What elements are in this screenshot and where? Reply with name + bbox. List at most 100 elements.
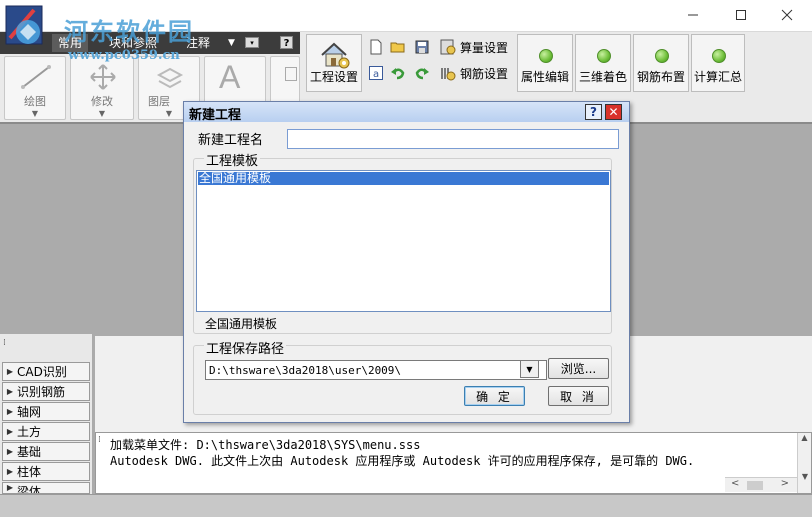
dock-item-cad-recognition[interactable]: ▶ CAD识别: [2, 362, 90, 381]
3d-shading-button[interactable]: 三维着色: [575, 34, 631, 92]
scroll-right-icon[interactable]: >: [781, 478, 789, 489]
rebar-settings-button[interactable]: 钢筋设置: [440, 63, 508, 83]
status-dot-icon: [655, 49, 669, 63]
project-name-label: 新建工程名: [198, 133, 264, 148]
close-window-button[interactable]: [764, 0, 810, 30]
help-icon[interactable]: ?: [280, 36, 293, 49]
open-folder-button[interactable]: [390, 37, 410, 57]
rebar-layout-label: 钢筋布置: [636, 70, 685, 84]
save-path-input[interactable]: [205, 360, 547, 380]
maximize-button[interactable]: [718, 0, 764, 30]
scroll-up-icon[interactable]: ▲: [798, 433, 811, 442]
scroll-down-icon[interactable]: ▼: [798, 472, 812, 481]
save-icon: [415, 40, 429, 54]
undo-icon: [391, 68, 405, 80]
selected-template-text: 全国通用模板: [205, 317, 278, 331]
dialog-title-bar[interactable]: 新建工程 ? ✕: [184, 102, 629, 123]
dock-item-label: CAD识别: [17, 365, 67, 379]
rebar-gear-icon: [441, 68, 456, 81]
modify-panel-arrow-icon[interactable]: ▼: [71, 109, 133, 118]
text-box-icon: a: [369, 66, 383, 80]
attribute-edit-label: 属性编辑: [520, 70, 569, 84]
tab-dropdown-icon[interactable]: ▼: [228, 38, 235, 48]
dialog-title: 新建工程: [189, 108, 242, 123]
save-button[interactable]: [414, 37, 434, 57]
dock-item-foundation[interactable]: ▶ 基础: [2, 442, 90, 461]
expand-triangle-icon: ▶: [6, 467, 14, 476]
project-settings-button[interactable]: 工程设置: [306, 34, 362, 92]
dock-item-label: 土方: [17, 425, 42, 439]
command-history-line: Autodesk DWG. 此文件上次由 Autodesk 应用程序或 Auto…: [110, 454, 695, 468]
expand-triangle-icon: ▶: [6, 387, 14, 396]
minimize-button[interactable]: [670, 0, 716, 30]
modify-panel[interactable]: 修改 ▼: [70, 56, 134, 120]
scroll-left-icon[interactable]: <: [731, 478, 739, 489]
template-list[interactable]: 全国通用模板: [196, 170, 611, 312]
project-name-input[interactable]: [287, 129, 619, 149]
dock-item-axis-grid[interactable]: ▶ 轴网: [2, 402, 90, 421]
undo-button[interactable]: [390, 63, 410, 83]
command-grip-icon[interactable]: ⁞: [98, 435, 101, 445]
dialog-close-button[interactable]: ✕: [605, 104, 622, 120]
status-dot-icon: [597, 49, 611, 63]
svg-text:a: a: [373, 69, 379, 80]
status-dot-icon: [712, 49, 726, 63]
calculator-gear-icon: [440, 39, 456, 55]
dock-item-label: 轴网: [17, 405, 42, 419]
dock-item-rebar-recognition[interactable]: ▶ 识别钢筋: [2, 382, 90, 401]
ok-button[interactable]: 确 定: [464, 386, 525, 406]
ribbon-minimize-icon[interactable]: ▾: [245, 37, 259, 48]
command-history-line: 加载菜单文件: D:\thsware\3da2018\SYS\menu.sss: [110, 438, 421, 452]
expand-triangle-icon: ▶: [6, 407, 14, 416]
draw-panel-label: 绘图: [24, 95, 46, 108]
dock-item-label: 基础: [17, 445, 42, 459]
draw-panel-arrow-icon[interactable]: ▼: [5, 109, 65, 118]
house-gear-icon: [321, 42, 350, 69]
move-icon: [90, 64, 116, 90]
dock-item-column[interactable]: ▶ 柱体: [2, 462, 90, 481]
open-folder-icon: [390, 42, 405, 53]
command-vertical-scrollbar[interactable]: ▲ ▼: [797, 433, 811, 493]
calc-settings-label: 算量设置: [460, 40, 509, 55]
calc-settings-button[interactable]: 算量设置: [440, 37, 508, 57]
command-horizontal-scrollbar[interactable]: < >: [725, 477, 797, 492]
left-dock-panel: ⁞ ▶ CAD识别 ▶ 识别钢筋 ▶ 轴网 ▶ 土方 ▶ 基础 ▶ 柱体 ▶ 梁体: [0, 334, 93, 517]
scroll-thumb[interactable]: [747, 481, 763, 490]
template-list-item-selected[interactable]: 全国通用模板: [198, 172, 609, 185]
new-file-button[interactable]: [368, 37, 388, 57]
attribute-edit-button[interactable]: 属性编辑: [517, 34, 573, 92]
app-logo-icon: [5, 5, 43, 45]
dock-item-label: 识别钢筋: [17, 385, 66, 399]
watermark-site-url: www.pc0359.cn: [68, 48, 180, 63]
text-edit-button[interactable]: a: [368, 63, 388, 83]
line-icon: [21, 65, 51, 89]
command-window[interactable]: ⁞ 加载菜单文件: D:\thsware\3da2018\SYS\menu.ss…: [95, 432, 812, 494]
template-group-label: 工程模板: [204, 150, 261, 169]
dock-item-earthwork[interactable]: ▶ 土方: [2, 422, 90, 441]
draw-panel[interactable]: 绘图 ▼: [4, 56, 66, 120]
layers-icon: [156, 67, 184, 89]
status-dot-icon: [539, 49, 553, 63]
expand-triangle-icon: ▶: [6, 367, 14, 376]
browse-button[interactable]: 浏览...: [548, 358, 609, 379]
3d-shading-label: 三维着色: [578, 70, 627, 84]
new-file-icon: [370, 39, 382, 55]
save-path-dropdown-icon[interactable]: ▼: [520, 360, 539, 378]
redo-button[interactable]: [414, 63, 434, 83]
calc-summary-label: 计算汇总: [693, 70, 742, 84]
rebar-settings-label: 钢筋设置: [460, 66, 509, 81]
calc-summary-button[interactable]: 计算汇总: [691, 34, 745, 92]
expand-triangle-icon: ▶: [6, 483, 14, 492]
text-icon: A: [219, 59, 241, 95]
dock-item-beam[interactable]: ▶ 梁体: [2, 482, 90, 494]
redo-icon: [415, 68, 429, 80]
cancel-button[interactable]: 取 消: [548, 386, 609, 406]
dock-grip-icon[interactable]: ⁞: [3, 338, 6, 348]
new-project-dialog: 新建工程 ? ✕ 新建工程名 工程模板 全国通用模板 全国通用模板 工程保存路径…: [183, 101, 630, 423]
watermark-site-name: 河东软件园: [64, 17, 194, 46]
dialog-help-button[interactable]: ?: [585, 104, 602, 120]
rebar-layout-button[interactable]: 钢筋布置: [633, 34, 689, 92]
save-path-group-label: 工程保存路径: [204, 338, 287, 357]
dock-item-label: 柱体: [17, 465, 42, 479]
status-bar: [0, 494, 812, 517]
